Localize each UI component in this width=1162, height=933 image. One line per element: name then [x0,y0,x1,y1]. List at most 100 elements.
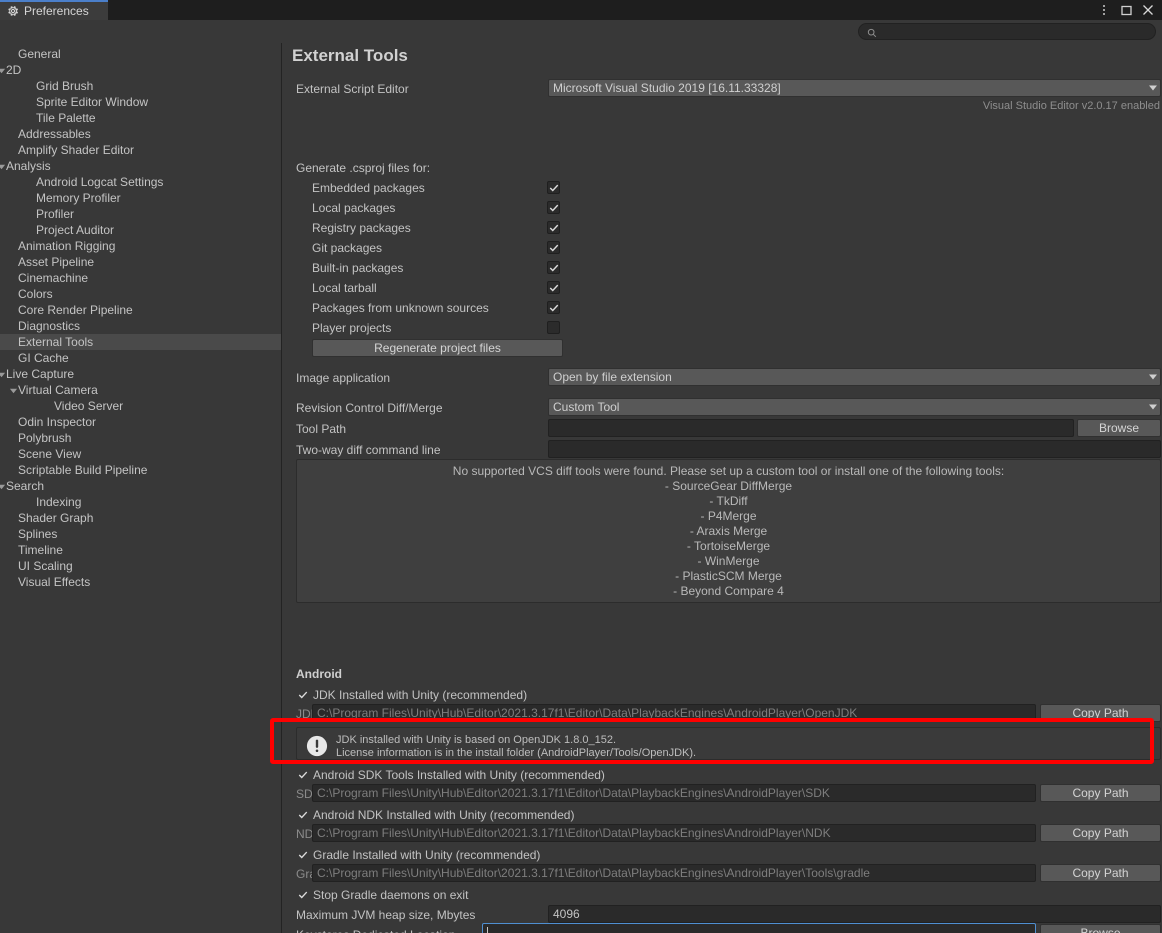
sidebar-item-sprite-editor-window[interactable]: Sprite Editor Window [0,94,281,110]
stop-gradle-daemons-checkbox[interactable] [296,888,309,901]
jdk-path-input[interactable]: C:\Program Files\Unity\Hub\Editor\2021.3… [312,704,1036,722]
sidebar-item-virtual-camera[interactable]: Virtual Camera [0,382,281,398]
csproj-option-checkbox[interactable] [547,221,560,234]
csproj-option-checkbox[interactable] [547,181,560,194]
sidebar-item-label: Live Capture [6,366,281,382]
sidebar-item-label: Asset Pipeline [18,254,281,270]
sidebar-item-analysis[interactable]: Analysis [0,158,281,174]
close-icon[interactable] [1138,0,1158,20]
sidebar-item-label: Addressables [18,126,281,142]
sidebar-item-asset-pipeline[interactable]: Asset Pipeline [0,254,281,270]
sdk-path-input[interactable]: C:\Program Files\Unity\Hub\Editor\2021.3… [312,784,1036,802]
jdk-warning-line-2: License information is in the install fo… [336,746,696,760]
chevron-down-icon[interactable] [0,62,8,78]
csproj-header: Generate .csproj files for: [296,160,430,176]
sidebar-item-odin-inspector[interactable]: Odin Inspector [0,414,281,430]
android-sdk-installed-label: Android SDK Tools Installed with Unity (… [313,767,605,783]
csproj-option-checkbox[interactable] [547,321,560,334]
sidebar-item-shader-graph[interactable]: Shader Graph [0,510,281,526]
two-way-diff-input[interactable] [548,440,1161,458]
sidebar-item-cinemachine[interactable]: Cinemachine [0,270,281,286]
image-application-dropdown[interactable]: Open by file extension [548,368,1161,386]
vcs-info-tool-item: - WinMerge [297,554,1160,569]
sidebar-item-external-tools[interactable]: External Tools [0,334,281,350]
sidebar-item-amplify-shader-editor[interactable]: Amplify Shader Editor [0,142,281,158]
sidebar-item-android-logcat-settings[interactable]: Android Logcat Settings [0,174,281,190]
jvm-heap-input[interactable]: 4096 [548,905,1161,923]
android-ndk-installed-checkbox[interactable] [296,808,309,821]
android-ndk-installed-label: Android NDK Installed with Unity (recomm… [313,807,574,823]
sidebar-item-addressables[interactable]: Addressables [0,126,281,142]
sidebar-item-general[interactable]: General [0,46,281,62]
sidebar-item-memory-profiler[interactable]: Memory Profiler [0,190,281,206]
search-input[interactable] [881,26,1131,38]
external-script-editor-label: External Script Editor [296,81,409,97]
sidebar-item-animation-rigging[interactable]: Animation Rigging [0,238,281,254]
sidebar-item-project-auditor[interactable]: Project Auditor [0,222,281,238]
chevron-down-icon [1149,86,1157,91]
tool-path-browse-button[interactable]: Browse [1077,419,1161,437]
vcs-info-tool-item: - Beyond Compare 4 [297,584,1160,599]
csproj-option-checkbox[interactable] [547,261,560,274]
chevron-down-icon[interactable] [0,478,8,494]
sidebar-item-search[interactable]: Search [0,478,281,494]
android-sdk-installed-checkbox[interactable] [296,768,309,781]
keystores-location-input[interactable] [482,923,1036,933]
revision-control-dropdown[interactable]: Custom Tool [548,398,1161,416]
sidebar-item-indexing[interactable]: Indexing [0,494,281,510]
csproj-option-checkbox[interactable] [547,281,560,294]
csproj-option-checkbox[interactable] [547,241,560,254]
ndk-copy-path-button[interactable]: Copy Path [1040,824,1161,842]
sidebar-item-splines[interactable]: Splines [0,526,281,542]
sidebar-item-profiler[interactable]: Profiler [0,206,281,222]
sidebar-item-timeline[interactable]: Timeline [0,542,281,558]
sidebar-item-diagnostics[interactable]: Diagnostics [0,318,281,334]
sidebar-item-label: Scene View [18,446,281,462]
sidebar-item-grid-brush[interactable]: Grid Brush [0,78,281,94]
tab-preferences[interactable]: Preferences [0,0,108,20]
sidebar-item-visual-effects[interactable]: Visual Effects [0,574,281,590]
sidebar-item-ui-scaling[interactable]: UI Scaling [0,558,281,574]
vcs-info-tool-item: - P4Merge [297,509,1160,524]
sidebar-item-scriptable-build-pipeline[interactable]: Scriptable Build Pipeline [0,462,281,478]
chevron-down-icon[interactable] [0,366,8,382]
search-box[interactable] [858,23,1156,40]
sdk-copy-path-button[interactable]: Copy Path [1040,784,1161,802]
gradle-installed-checkbox[interactable] [296,848,309,861]
sidebar-item-scene-view[interactable]: Scene View [0,446,281,462]
gradle-copy-path-button[interactable]: Copy Path [1040,864,1161,882]
ndk-path-input[interactable]: C:\Program Files\Unity\Hub\Editor\2021.3… [312,824,1036,842]
external-tools-panel: External Tools External Script Editor Mi… [283,43,1162,933]
sidebar-item-video-server[interactable]: Video Server [0,398,281,414]
tool-path-input[interactable] [548,419,1074,437]
sidebar-item-core-render-pipeline[interactable]: Core Render Pipeline [0,302,281,318]
stop-gradle-daemons-label: Stop Gradle daemons on exit [313,887,468,903]
chevron-down-icon[interactable] [6,382,20,398]
chevron-down-icon[interactable] [0,158,8,174]
sidebar-item-gi-cache[interactable]: GI Cache [0,350,281,366]
sidebar-item-polybrush[interactable]: Polybrush [0,430,281,446]
keystores-browse-button[interactable]: Browse [1040,924,1161,933]
gradle-path-input[interactable]: C:\Program Files\Unity\Hub\Editor\2021.3… [312,864,1036,882]
jdk-copy-path-button[interactable]: Copy Path [1040,704,1161,722]
sidebar-item-colors[interactable]: Colors [0,286,281,302]
kebab-menu-icon[interactable] [1094,0,1114,20]
vcs-info-tool-item: - PlasticSCM Merge [297,569,1160,584]
sidebar-item-label: Profiler [36,206,281,222]
sidebar-item-label: UI Scaling [18,558,281,574]
regenerate-project-files-button[interactable]: Regenerate project files [312,339,563,357]
csproj-option-checkbox[interactable] [547,201,560,214]
sidebar-item-label: Shader Graph [18,510,281,526]
csproj-option-label: Registry packages [312,220,411,236]
sidebar-item-live-capture[interactable]: Live Capture [0,366,281,382]
sidebar-item-2d[interactable]: 2D [0,62,281,78]
preferences-toolbar [0,20,1162,43]
sidebar-item-label: GI Cache [18,350,281,366]
preferences-sidebar[interactable]: General2DGrid BrushSprite Editor WindowT… [0,43,282,933]
jdk-installed-checkbox[interactable] [296,688,309,701]
script-editor-status: Visual Studio Editor v2.0.17 enabled [983,100,1160,112]
maximize-icon[interactable] [1116,0,1136,20]
csproj-option-checkbox[interactable] [547,301,560,314]
external-script-editor-dropdown[interactable]: Microsoft Visual Studio 2019 [16.11.3332… [548,79,1161,97]
sidebar-item-tile-palette[interactable]: Tile Palette [0,110,281,126]
